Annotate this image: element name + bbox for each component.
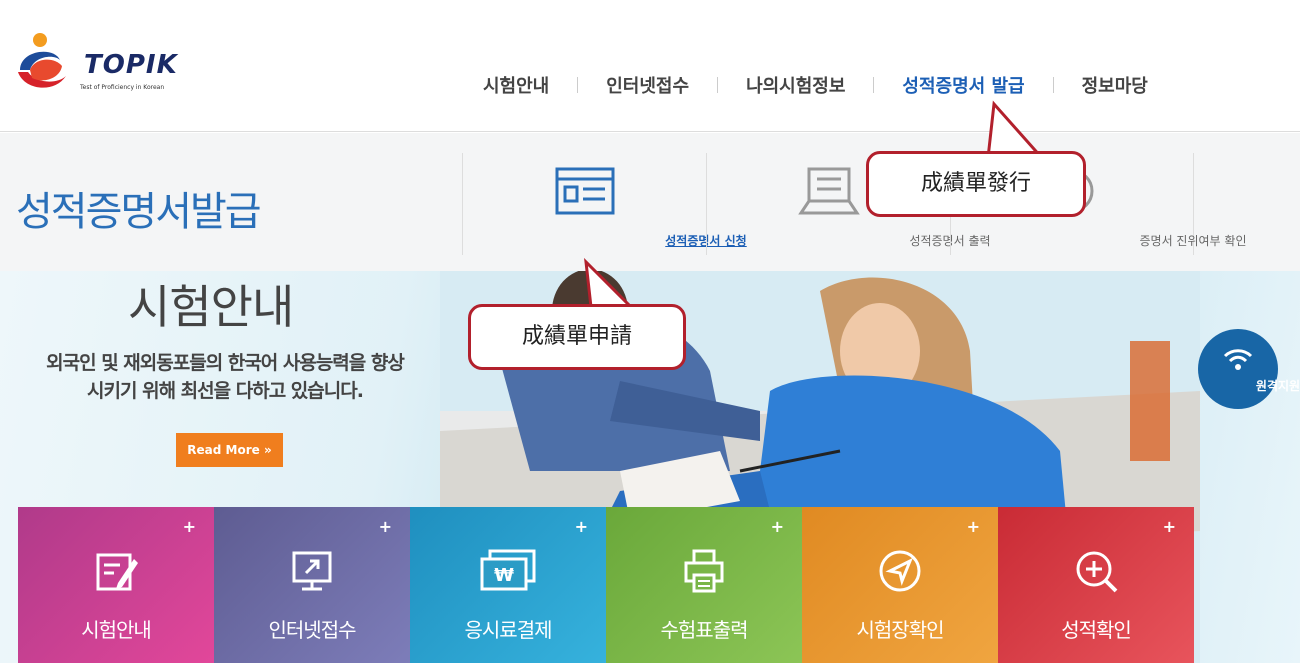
zoom-in-icon bbox=[1076, 551, 1118, 593]
hero-description-line: 시키기 위해 최선을 다하고 있습니다. bbox=[87, 380, 364, 402]
site-header: TOPIK Test of Proficiency in Korean 시험안내… bbox=[0, 0, 1300, 132]
edit-icon bbox=[96, 553, 138, 591]
won-card-icon: ₩ bbox=[480, 549, 536, 591]
plus-icon: + bbox=[1162, 517, 1176, 536]
nav-item-online-registration[interactable]: 인터넷접수 bbox=[578, 72, 717, 98]
wifi-icon bbox=[1223, 349, 1253, 370]
hero-description: 외국인 및 재외동포들의 한국어 사용능력을 향상 시키기 위해 최선을 다하고… bbox=[0, 349, 450, 405]
nav-item-exam-info[interactable]: 시험안내 bbox=[455, 72, 577, 98]
logo-subtitle: Test of Proficiency in Korean bbox=[80, 84, 165, 91]
remote-support-button[interactable]: 원격지원 bbox=[1198, 329, 1300, 409]
submenu-apply-certificate[interactable]: 성적증명서 신청 bbox=[462, 153, 747, 255]
nav-item-score-certificate[interactable]: 성적증명서 발급 bbox=[874, 72, 1052, 98]
submenu-bar: 성적증명서발급 성적증명서 신청 성적증명서 출력 증명서 진위여부 확인 bbox=[0, 133, 1300, 271]
printer-icon bbox=[684, 549, 724, 593]
logo-wordmark: TOPIK bbox=[84, 50, 178, 80]
callout-certificate-issue: 成績單發行 bbox=[866, 151, 1086, 217]
monitor-icon bbox=[292, 551, 332, 591]
main-navigation: 시험안내 인터넷접수 나의시험정보 성적증명서 발급 정보마당 bbox=[455, 72, 1176, 98]
tile-label: 시험장확인 bbox=[856, 618, 945, 642]
hero-title: 시험안내 bbox=[128, 280, 294, 334]
nav-item-info-board[interactable]: 정보마당 bbox=[1054, 72, 1176, 98]
hero-description-line: 외국인 및 재외동포들의 한국어 사용능력을 향상 bbox=[46, 352, 405, 374]
plus-icon: + bbox=[966, 517, 980, 536]
submenu-label: 증명서 진위여부 확인 bbox=[1139, 234, 1247, 248]
tile-test-center-check[interactable]: + 시험장확인 bbox=[802, 507, 998, 663]
section-title: 성적증명서발급 bbox=[16, 189, 262, 235]
tile-online-registration[interactable]: + 인터넷접수 bbox=[214, 507, 410, 663]
tile-label: 성적확인 bbox=[1061, 618, 1132, 642]
form-icon bbox=[555, 167, 614, 215]
svg-text:₩: ₩ bbox=[494, 565, 514, 586]
callout-certificate-apply: 成績單申請 bbox=[468, 304, 686, 370]
navigation-icon bbox=[879, 550, 921, 592]
tile-label: 시험안내 bbox=[81, 618, 152, 642]
remote-support-label: 원격지원 bbox=[1255, 379, 1300, 393]
plus-icon: + bbox=[574, 517, 588, 536]
quick-menu-tiles: + 시험안내 + 인터넷접수 + ₩ 응시료결제 + 수험표출력 + 시험장확인… bbox=[18, 507, 1194, 663]
plus-icon: + bbox=[770, 517, 784, 536]
tile-score-check[interactable]: + 성적확인 bbox=[998, 507, 1194, 663]
read-more-button[interactable]: Read More » bbox=[176, 433, 283, 467]
tile-label: 인터넷접수 bbox=[268, 618, 357, 642]
tile-label: 응시료결제 bbox=[464, 618, 553, 642]
tile-admission-ticket-print[interactable]: + 수험표출력 bbox=[606, 507, 802, 663]
topik-logo[interactable]: TOPIK Test of Proficiency in Korean bbox=[14, 28, 224, 98]
tile-fee-payment[interactable]: + ₩ 응시료결제 bbox=[410, 507, 606, 663]
print-icon bbox=[797, 167, 860, 215]
tile-exam-info[interactable]: + 시험안내 bbox=[18, 507, 214, 663]
plus-icon: + bbox=[378, 517, 392, 536]
nav-item-my-exam-info[interactable]: 나의시험정보 bbox=[718, 72, 873, 98]
plus-icon: + bbox=[182, 517, 196, 536]
tile-label: 수험표출력 bbox=[660, 618, 749, 642]
topik-emblem-icon bbox=[18, 33, 66, 88]
